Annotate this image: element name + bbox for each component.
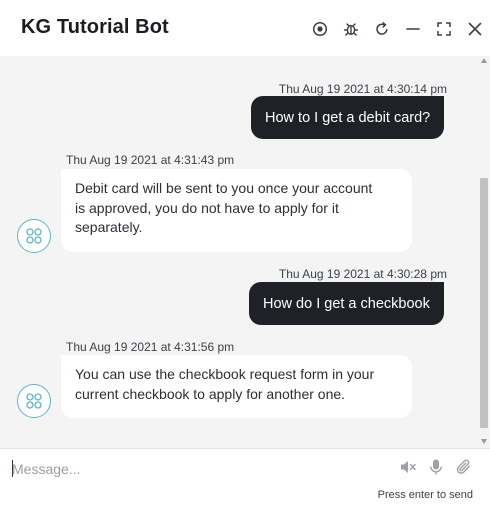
expand-icon[interactable] (428, 16, 459, 42)
scroll-up-arrow-icon[interactable] (481, 58, 487, 63)
user-message-bubble: How to I get a debit card? (251, 96, 445, 139)
message-timestamp: Thu Aug 19 2021 at 4:31:56 pm (66, 340, 235, 354)
text-caret (12, 460, 13, 477)
minimize-icon[interactable] (397, 16, 428, 42)
message-timestamp: Thu Aug 19 2021 at 4:31:43 pm (66, 153, 235, 167)
paperclip-icon[interactable] (454, 457, 474, 477)
bot-title: KG Tutorial Bot (21, 16, 169, 38)
bot-message-bubble: Debit card will be sent to you once your… (61, 169, 412, 252)
bot-message-line: You can use the checkbook request form i… (75, 366, 375, 382)
message-input[interactable] (12, 458, 382, 480)
message-timestamp: Thu Aug 19 2021 at 4:30:28 pm (278, 267, 447, 281)
speaker-muted-icon[interactable] (398, 457, 418, 477)
bot-logo-icon (26, 228, 42, 244)
user-message-text: How to I get a debit card? (265, 109, 431, 126)
bot-avatar (17, 219, 51, 253)
user-message-text: How do I get a checkbook (263, 295, 430, 312)
bot-message-line: is approved, you do not have to apply fo… (75, 199, 339, 216)
microphone-icon[interactable] (426, 457, 446, 477)
bot-logo-icon (26, 393, 42, 409)
message-composer: Press enter to send (0, 448, 490, 506)
composer-toolbar (398, 457, 474, 477)
user-message-bubble: How do I get a checkbook (249, 282, 444, 325)
bot-avatar (17, 384, 51, 418)
bot-message-line: separately. (75, 219, 143, 235)
header-toolbar (304, 16, 490, 42)
scroll-down-arrow-icon[interactable] (481, 439, 487, 444)
refresh-icon[interactable] (366, 16, 397, 42)
send-hint: Press enter to send (377, 489, 473, 501)
bot-message-line: current checkbook to apply for another o… (75, 385, 346, 402)
bug-icon[interactable] (335, 16, 366, 42)
chat-scrollbar[interactable] (478, 56, 490, 448)
scrollbar-thumb[interactable] (480, 178, 488, 428)
bot-message-bubble: You can use the checkbook request form i… (61, 355, 412, 418)
record-icon[interactable] (304, 16, 335, 42)
message-timestamp: Thu Aug 19 2021 at 4:30:14 pm (278, 82, 447, 96)
bot-message-line: Debit card will be sent to you once your… (75, 180, 373, 196)
chat-area[interactable]: Thu Aug 19 2021 at 4:30:14 pm How to I g… (0, 56, 478, 448)
chat-header: KG Tutorial Bot (0, 0, 490, 56)
close-icon[interactable] (459, 16, 490, 42)
